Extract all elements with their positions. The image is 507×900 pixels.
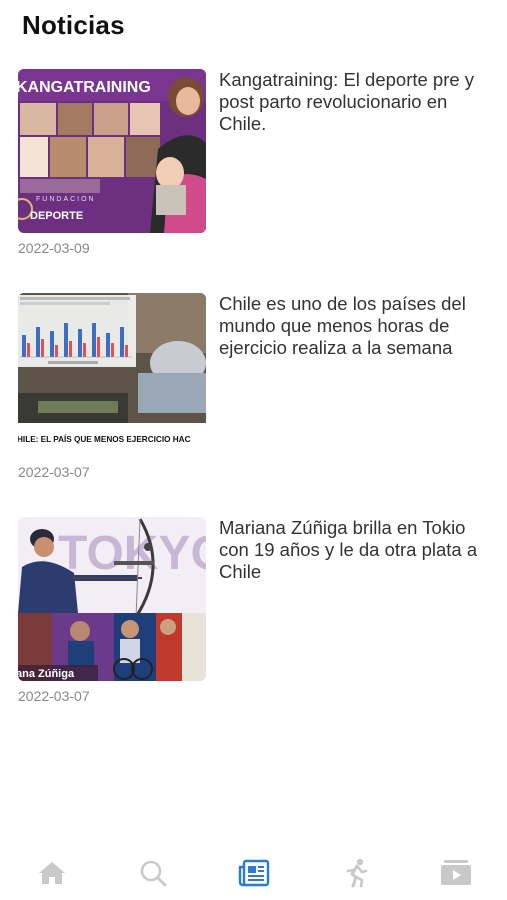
news-thumbnail[interactable]: HILE: EL PAÍS QUE MENOS EJERCICIO HAC xyxy=(18,293,206,457)
kangatraining-image: KANGATRAINING FUNDACION DEPORTE xyxy=(18,69,206,233)
news-item[interactable]: KANGATRAINING FUNDACION DEPORTE Kangatra… xyxy=(18,69,498,269)
news-headline[interactable]: Chile es uno de los países del mundo que… xyxy=(219,293,499,359)
thumb-bottom-text: DEPORTE xyxy=(30,210,83,222)
bottom-tab-bar xyxy=(0,846,507,900)
news-date: 2022-03-07 xyxy=(18,688,90,704)
page-title: Noticias xyxy=(22,10,125,40)
news-date: 2022-03-09 xyxy=(18,240,90,256)
news-headline[interactable]: Mariana Zúñiga brilla en Tokio con 19 añ… xyxy=(219,517,499,583)
search-icon xyxy=(140,860,167,887)
tab-search[interactable] xyxy=(136,858,170,888)
tab-news[interactable] xyxy=(237,858,271,888)
tab-videos[interactable] xyxy=(439,858,473,888)
tab-sports[interactable] xyxy=(339,858,373,888)
news-item[interactable]: TOKYO xyxy=(18,517,498,717)
news-item[interactable]: HILE: EL PAÍS QUE MENOS EJERCICIO HAC Ch… xyxy=(18,293,498,493)
home-icon xyxy=(39,862,65,884)
news-thumbnail[interactable]: KANGATRAINING FUNDACION DEPORTE xyxy=(18,69,206,233)
thumb-title-text: KANGATRAINING xyxy=(18,79,151,96)
news-headline[interactable]: Kangatraining: El deporte pre y post par… xyxy=(219,69,499,135)
thumb-caption: HILE: EL PAÍS QUE MENOS EJERCICIO HAC xyxy=(18,434,191,444)
exercise-chart-image: HILE: EL PAÍS QUE MENOS EJERCICIO HAC xyxy=(18,293,206,457)
newspaper-icon xyxy=(238,859,270,887)
tab-home[interactable] xyxy=(35,858,69,888)
news-thumbnail[interactable]: TOKYO xyxy=(18,517,206,681)
news-date: 2022-03-07 xyxy=(18,464,90,480)
thumb-small-text: FUNDACION xyxy=(36,196,96,203)
thumb-bg-text: TOKYO xyxy=(58,527,206,580)
video-icon xyxy=(441,860,471,885)
runner-icon xyxy=(346,858,368,888)
archery-image: TOKYO xyxy=(18,517,206,681)
news-screen: Noticias KANGATRAINING FUNDACION DEPORTE… xyxy=(0,0,507,900)
thumb-caption: ana Zúñiga xyxy=(18,668,75,680)
